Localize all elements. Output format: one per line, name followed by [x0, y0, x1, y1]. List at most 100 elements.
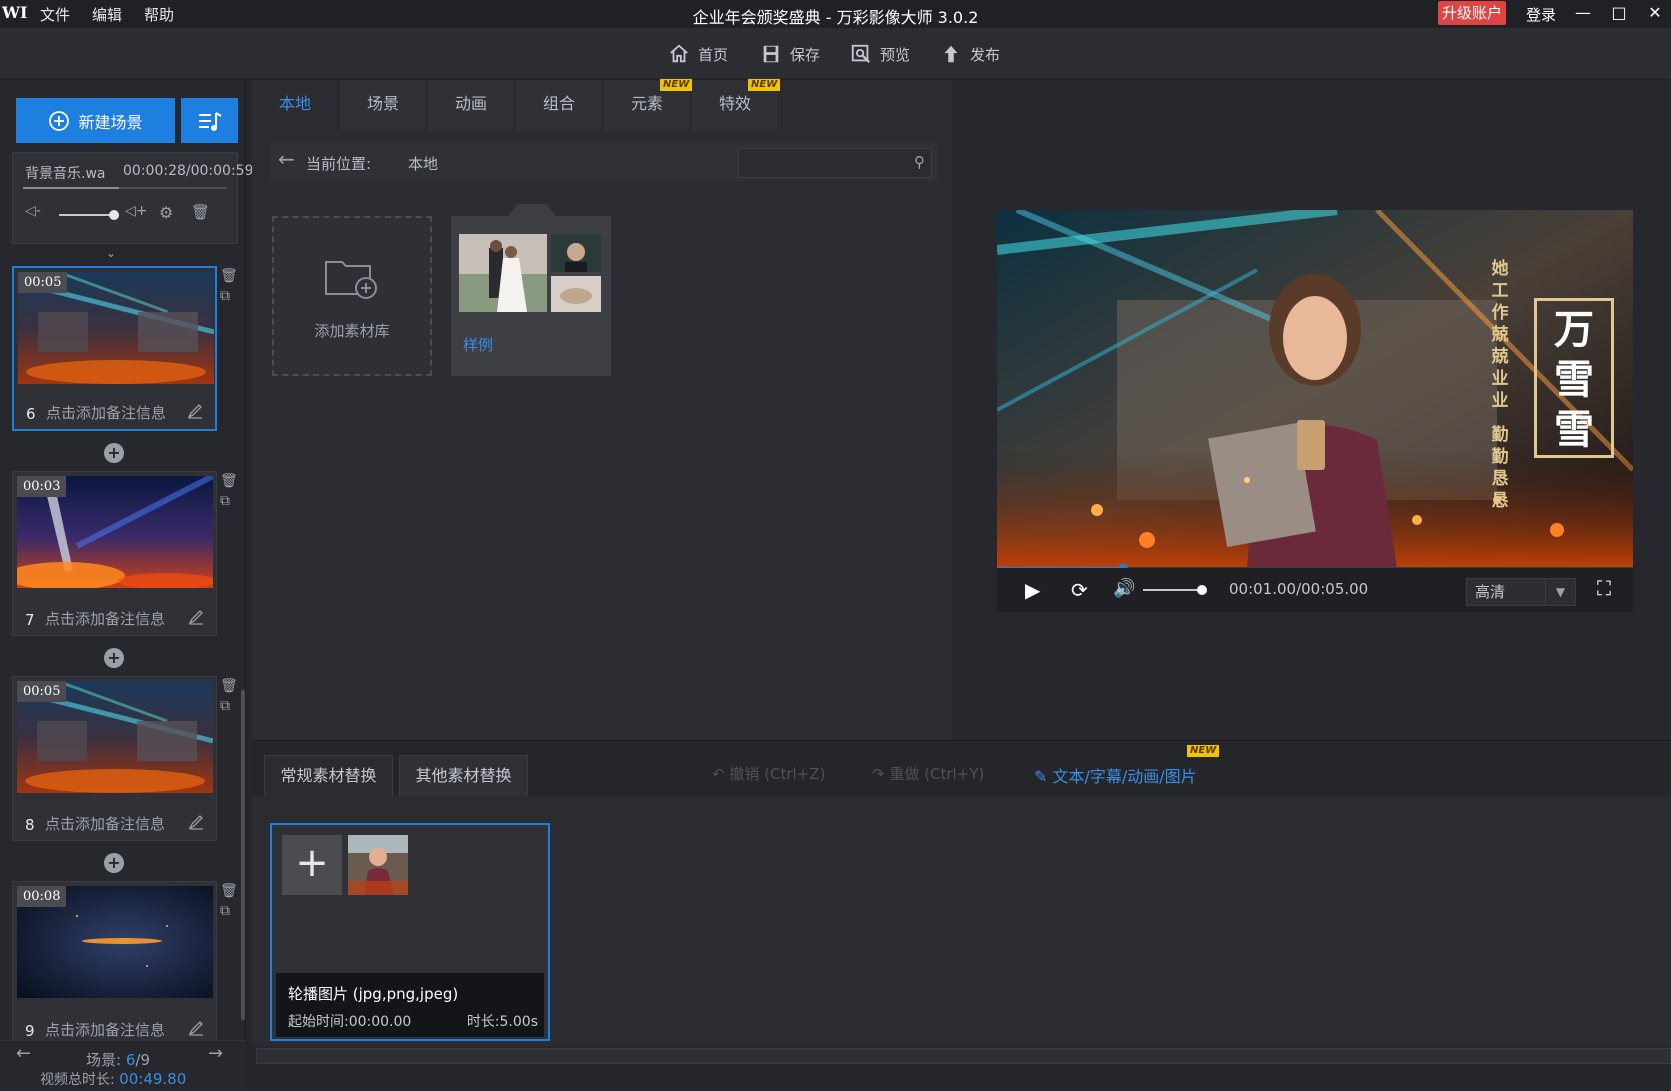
background-music-panel: 背景音乐.wa 00:00:28/00:00:59 ◁- ◁+ ⚙ 🗑 — [12, 152, 253, 244]
scene-card[interactable]: 00:05 6 点击添加备注信息 — [12, 266, 217, 431]
scene-number: 6 — [26, 405, 36, 423]
scene-note[interactable]: 点击添加备注信息 — [45, 608, 165, 629]
tab-local[interactable]: 本地 — [252, 80, 339, 130]
caption-char: 兢 — [1491, 325, 1509, 345]
scene-panel: 新建场景 背景音乐.wa 00:00:28/00:00:59 ◁- ◁+ ⚙ 🗑… — [0, 80, 253, 1091]
tab-scenes[interactable]: 场景 — [340, 80, 427, 130]
player-volume-slider[interactable] — [1143, 589, 1201, 591]
delete-music-icon[interactable]: 🗑 — [191, 203, 210, 221]
scene-card[interactable]: 00:08 9 点击添加备注信息 — [12, 881, 217, 1041]
login-button[interactable]: 登录 — [1526, 4, 1556, 25]
minimize-icon[interactable]: — — [1568, 0, 1598, 26]
add-scene-icon[interactable]: + — [104, 853, 124, 873]
music-list-button[interactable] — [181, 98, 238, 143]
delete-scene-icon[interactable]: 🗑 — [220, 268, 238, 288]
text-edit-label: 文本/字幕/动画/图片 — [1052, 767, 1197, 786]
edit-pencil-icon[interactable] — [188, 814, 204, 834]
sample-photos — [459, 234, 601, 312]
scene-actions: 🗑 ⧉ — [220, 268, 238, 304]
home-button[interactable]: 首页 — [668, 40, 728, 68]
add-image-button[interactable]: + — [282, 835, 342, 895]
undo-label: 撤销 (Ctrl+Z) — [729, 765, 826, 783]
home-label: 首页 — [698, 45, 729, 64]
undo-button[interactable]: ↶ 撤销 (Ctrl+Z) — [712, 763, 825, 784]
next-scene-arrow-icon[interactable]: → — [208, 1043, 223, 1064]
slideshow-title: 轮播图片 (jpg,png,jpeg) — [288, 985, 459, 1003]
volume-icon[interactable]: 🔊 — [1113, 578, 1135, 599]
scene-note[interactable]: 点击添加备注信息 — [46, 402, 166, 423]
volume-up-icon[interactable]: ◁+ — [125, 203, 149, 227]
horizontal-scrollbar[interactable] — [256, 1048, 1671, 1064]
delete-scene-icon[interactable]: 🗑 — [220, 883, 238, 903]
plus-circle-icon — [49, 110, 70, 131]
maximize-icon[interactable]: □ — [1604, 0, 1634, 26]
add-scene-icon[interactable]: + — [104, 443, 124, 463]
copy-scene-icon[interactable]: ⧉ — [220, 493, 238, 509]
add-library-tile[interactable]: 添加素材库 — [272, 216, 432, 376]
fullscreen-icon[interactable]: ⛶ — [1597, 576, 1611, 600]
edit-pencil-icon[interactable] — [187, 403, 203, 423]
sample-folder-tile[interactable]: 样例 — [451, 204, 611, 376]
scene-note[interactable]: 点击添加备注信息 — [45, 813, 165, 834]
tab-animation[interactable]: 动画 — [428, 80, 515, 130]
caption-char: 业 — [1491, 391, 1509, 411]
edit-pencil-icon[interactable] — [188, 1020, 204, 1040]
settings-gear-icon[interactable]: ⚙ — [159, 203, 173, 222]
save-icon — [763, 45, 779, 63]
scene-card[interactable]: 00:03 7 点击添加备注信息 — [12, 471, 217, 636]
video-preview[interactable]: 她 工 作 兢 兢 业 业 勤 勤 恳 恳 万 雪 雪 — [997, 210, 1633, 568]
slideshow-start: 起始时间:00:00.00 — [288, 1014, 412, 1030]
slide-thumbnail[interactable] — [348, 835, 408, 895]
prev-scene-arrow-icon[interactable]: ← — [16, 1043, 31, 1064]
vertical-caption: 她 工 作 兢 兢 业 业 勤 勤 恳 恳 — [1490, 258, 1510, 512]
scene-list-scrollbar[interactable] — [241, 690, 245, 1020]
replay-icon[interactable]: ⟳ — [1071, 578, 1088, 602]
music-volume-handle[interactable] — [109, 210, 119, 220]
upgrade-account-button[interactable]: 升级账户 — [1438, 1, 1506, 25]
add-scene-icon[interactable]: + — [104, 648, 124, 668]
collapse-chevron-icon[interactable]: ⌄ — [106, 246, 116, 260]
search-icon[interactable]: ⚲ — [914, 153, 925, 171]
tab-combination[interactable]: 组合 — [516, 80, 603, 130]
close-icon[interactable]: ✕ — [1640, 0, 1670, 26]
copy-scene-icon[interactable]: ⧉ — [220, 698, 238, 714]
save-button[interactable]: 保存 — [760, 40, 820, 68]
publish-button[interactable]: 发布 — [940, 40, 1000, 68]
chevron-down-icon[interactable]: ▼ — [1545, 579, 1575, 605]
home-icon — [670, 44, 688, 63]
back-arrow-icon[interactable]: ← — [278, 147, 295, 171]
scene-actions: 🗑 ⧉ — [220, 678, 238, 714]
player-volume-handle[interactable] — [1197, 585, 1207, 595]
redo-button[interactable]: ↷ 重做 (Ctrl+Y) — [872, 763, 984, 784]
name-char: 万 — [1554, 307, 1594, 353]
delete-scene-icon[interactable]: 🗑 — [220, 473, 238, 493]
preview-icon — [851, 44, 871, 64]
library-search-input[interactable]: ⚲ — [738, 148, 932, 178]
scene-card[interactable]: 00:05 8 点击添加备注信息 — [12, 676, 217, 841]
new-scene-button[interactable]: 新建场景 — [16, 98, 175, 143]
delete-scene-icon[interactable]: 🗑 — [220, 678, 238, 698]
copy-scene-icon[interactable]: ⧉ — [220, 903, 238, 919]
scene-duration: 00:05 — [17, 681, 67, 702]
copy-scene-icon[interactable]: ⧉ — [220, 288, 238, 304]
scene-counter: 场景: 6/9 — [86, 1049, 150, 1070]
edit-pencil-icon[interactable] — [188, 609, 204, 629]
replacement-toolbar: 常规素材替换 其他素材替换 ↶ 撤销 (Ctrl+Z) ↷ 重做 (Ctrl+Y… — [252, 740, 1671, 797]
text-edit-button[interactable]: ✎ 文本/字幕/动画/图片 — [1034, 763, 1197, 787]
quality-select[interactable]: 高清 ▼ — [1466, 578, 1576, 606]
slideshow-card[interactable]: + 轮播图片 (jpg,png,jpeg) 起始时间:00:00.00 时长:5… — [270, 823, 550, 1041]
name-plate: 万 雪 雪 — [1534, 298, 1614, 458]
music-volume-slider[interactable] — [59, 214, 113, 216]
tab-regular-replace[interactable]: 常规素材替换 — [264, 755, 393, 797]
music-progress-fill — [23, 187, 119, 189]
name-char: 雪 — [1554, 407, 1594, 453]
total-duration: 视频总时长: 00:49.80 — [40, 1069, 186, 1089]
preview-button[interactable]: 预览 — [850, 40, 910, 68]
tab-other-replace[interactable]: 其他素材替换 — [399, 755, 528, 797]
music-progress-track[interactable] — [23, 187, 227, 189]
caption-char: 勤 — [1491, 425, 1509, 445]
volume-down-icon[interactable]: ◁- — [25, 203, 49, 227]
scene-note[interactable]: 点击添加备注信息 — [45, 1019, 165, 1040]
caption-char: 恳 — [1491, 491, 1509, 511]
play-icon[interactable]: ▶ — [1025, 578, 1040, 602]
